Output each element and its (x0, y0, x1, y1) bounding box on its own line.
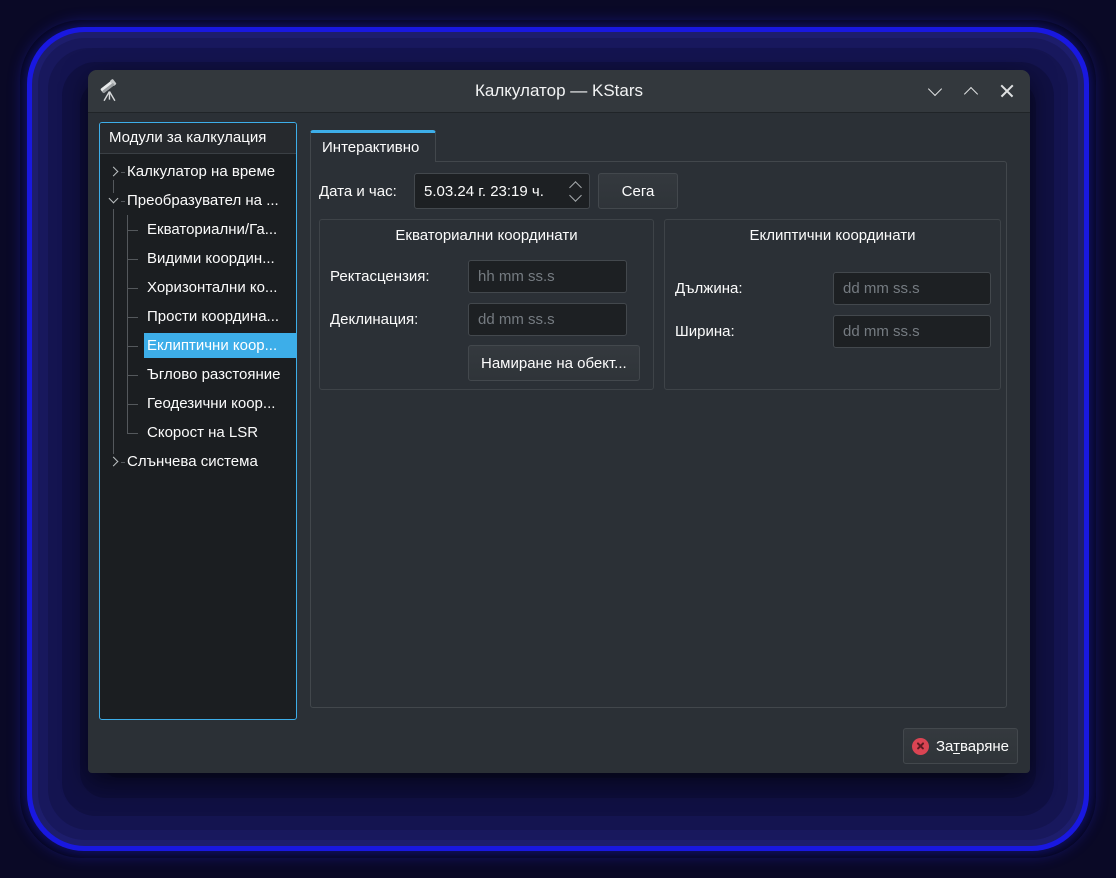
tree-item-label: Видими координ... (147, 250, 275, 267)
ecliptic-groupbox: Еклиптични координати Дължина: Ширина: (664, 219, 1001, 390)
tree-item-label: Прости координа... (147, 308, 280, 325)
tree-item[interactable]: Еклиптични коор... (100, 331, 296, 360)
expand-arrow-icon[interactable] (106, 163, 125, 180)
tree-branch-line (100, 331, 144, 360)
tree-branch-line (100, 389, 144, 418)
tree-item-label: Екваториални/Га... (147, 221, 278, 238)
tree-item-label: Преобразувател на ... (127, 192, 279, 209)
tree-item[interactable]: Хоризонтални ко... (100, 273, 296, 302)
latitude-input[interactable] (833, 315, 991, 348)
close-dialog-button[interactable]: Затваряне (903, 728, 1018, 764)
tree-branch-line (100, 360, 144, 389)
equatorial-title: Екваториални координати (395, 227, 578, 244)
tree-item-label: Еклиптични коор... (144, 333, 296, 358)
tree-branch-line (100, 244, 144, 273)
module-tree: Калкулатор на време Преобразувател на ...… (100, 154, 296, 719)
now-button[interactable]: Сега (598, 173, 678, 209)
tree-item[interactable]: Видими координ... (100, 244, 296, 273)
ecliptic-title: Еклиптични координати (749, 227, 916, 244)
find-object-button[interactable]: Намиране на обект... (468, 345, 640, 381)
tree-branch-line (100, 273, 144, 302)
datetime-label: Дата и час: (319, 183, 397, 200)
tab-interactive[interactable]: Интерактивно (310, 130, 436, 162)
tree-item-label: Ъглово разстояние (147, 366, 281, 383)
tree-item[interactable]: Екваториални/Га... (100, 215, 296, 244)
tree-item[interactable]: Прости координа... (100, 302, 296, 331)
ra-label: Ректасцензия: (330, 268, 430, 285)
tree-item-label: Геодезични коор... (147, 395, 276, 412)
tree-item-label: Слънчева система (127, 453, 258, 470)
interactive-pane: Дата и час: 5.03.24 г. 23:19 ч. Сега Екв… (310, 161, 1007, 708)
tree-item[interactable]: Преобразувател на ... (100, 186, 296, 215)
dec-label: Деклинация: (330, 311, 419, 328)
tree-item[interactable]: Слънчева система (100, 447, 296, 476)
tree-item[interactable]: Скорост на LSR (100, 418, 296, 447)
window-title: Калкулатор — KStars (475, 81, 643, 100)
datetime-spinbox[interactable]: 5.03.24 г. 23:19 ч. (414, 173, 590, 209)
dec-input[interactable] (468, 303, 627, 336)
tree-branch-line (100, 418, 144, 447)
tree-branch-line (100, 302, 144, 331)
tab-label: Интерактивно (322, 139, 420, 156)
ra-input[interactable] (468, 260, 627, 293)
expand-arrow-icon[interactable] (106, 453, 125, 470)
spinbox-arrows[interactable] (563, 174, 589, 208)
close-button-label: Затваряне (935, 737, 1010, 755)
titlebar[interactable]: Калкулатор — KStars (88, 70, 1030, 113)
tree-item[interactable]: Ъглово разстояние (100, 360, 296, 389)
minimize-button[interactable] (924, 80, 946, 102)
module-list-panel: Модули за калкулация Калкулатор на време… (99, 122, 297, 720)
module-list-header: Модули за калкулация (100, 123, 296, 154)
chevron-up-icon (963, 86, 979, 102)
latitude-label: Ширина: (675, 323, 735, 340)
collapse-arrow-icon[interactable] (106, 192, 125, 209)
spin-down-icon[interactable] (569, 189, 582, 202)
tree-item-label: Калкулатор на време (127, 163, 276, 180)
longitude-input[interactable] (833, 272, 991, 305)
equatorial-groupbox: Екваториални координати Ректасцензия: Де… (319, 219, 654, 390)
tree-branch-line (100, 215, 144, 244)
tree-item-label: Хоризонтални ко... (147, 279, 278, 296)
calculator-window: Калкулатор — KStars Модули за калкулация… (88, 70, 1030, 773)
chevron-down-icon (927, 81, 943, 97)
tree-item[interactable]: Калкулатор на време (100, 157, 296, 186)
longitude-label: Дължина: (675, 280, 743, 297)
tree-item[interactable]: Геодезични коор... (100, 389, 296, 418)
maximize-button[interactable] (960, 80, 982, 102)
close-window-button[interactable] (996, 80, 1018, 102)
tree-item-label: Скорост на LSR (147, 424, 259, 441)
dialog-close-icon (911, 737, 929, 755)
datetime-value: 5.03.24 г. 23:19 ч. (424, 182, 544, 200)
